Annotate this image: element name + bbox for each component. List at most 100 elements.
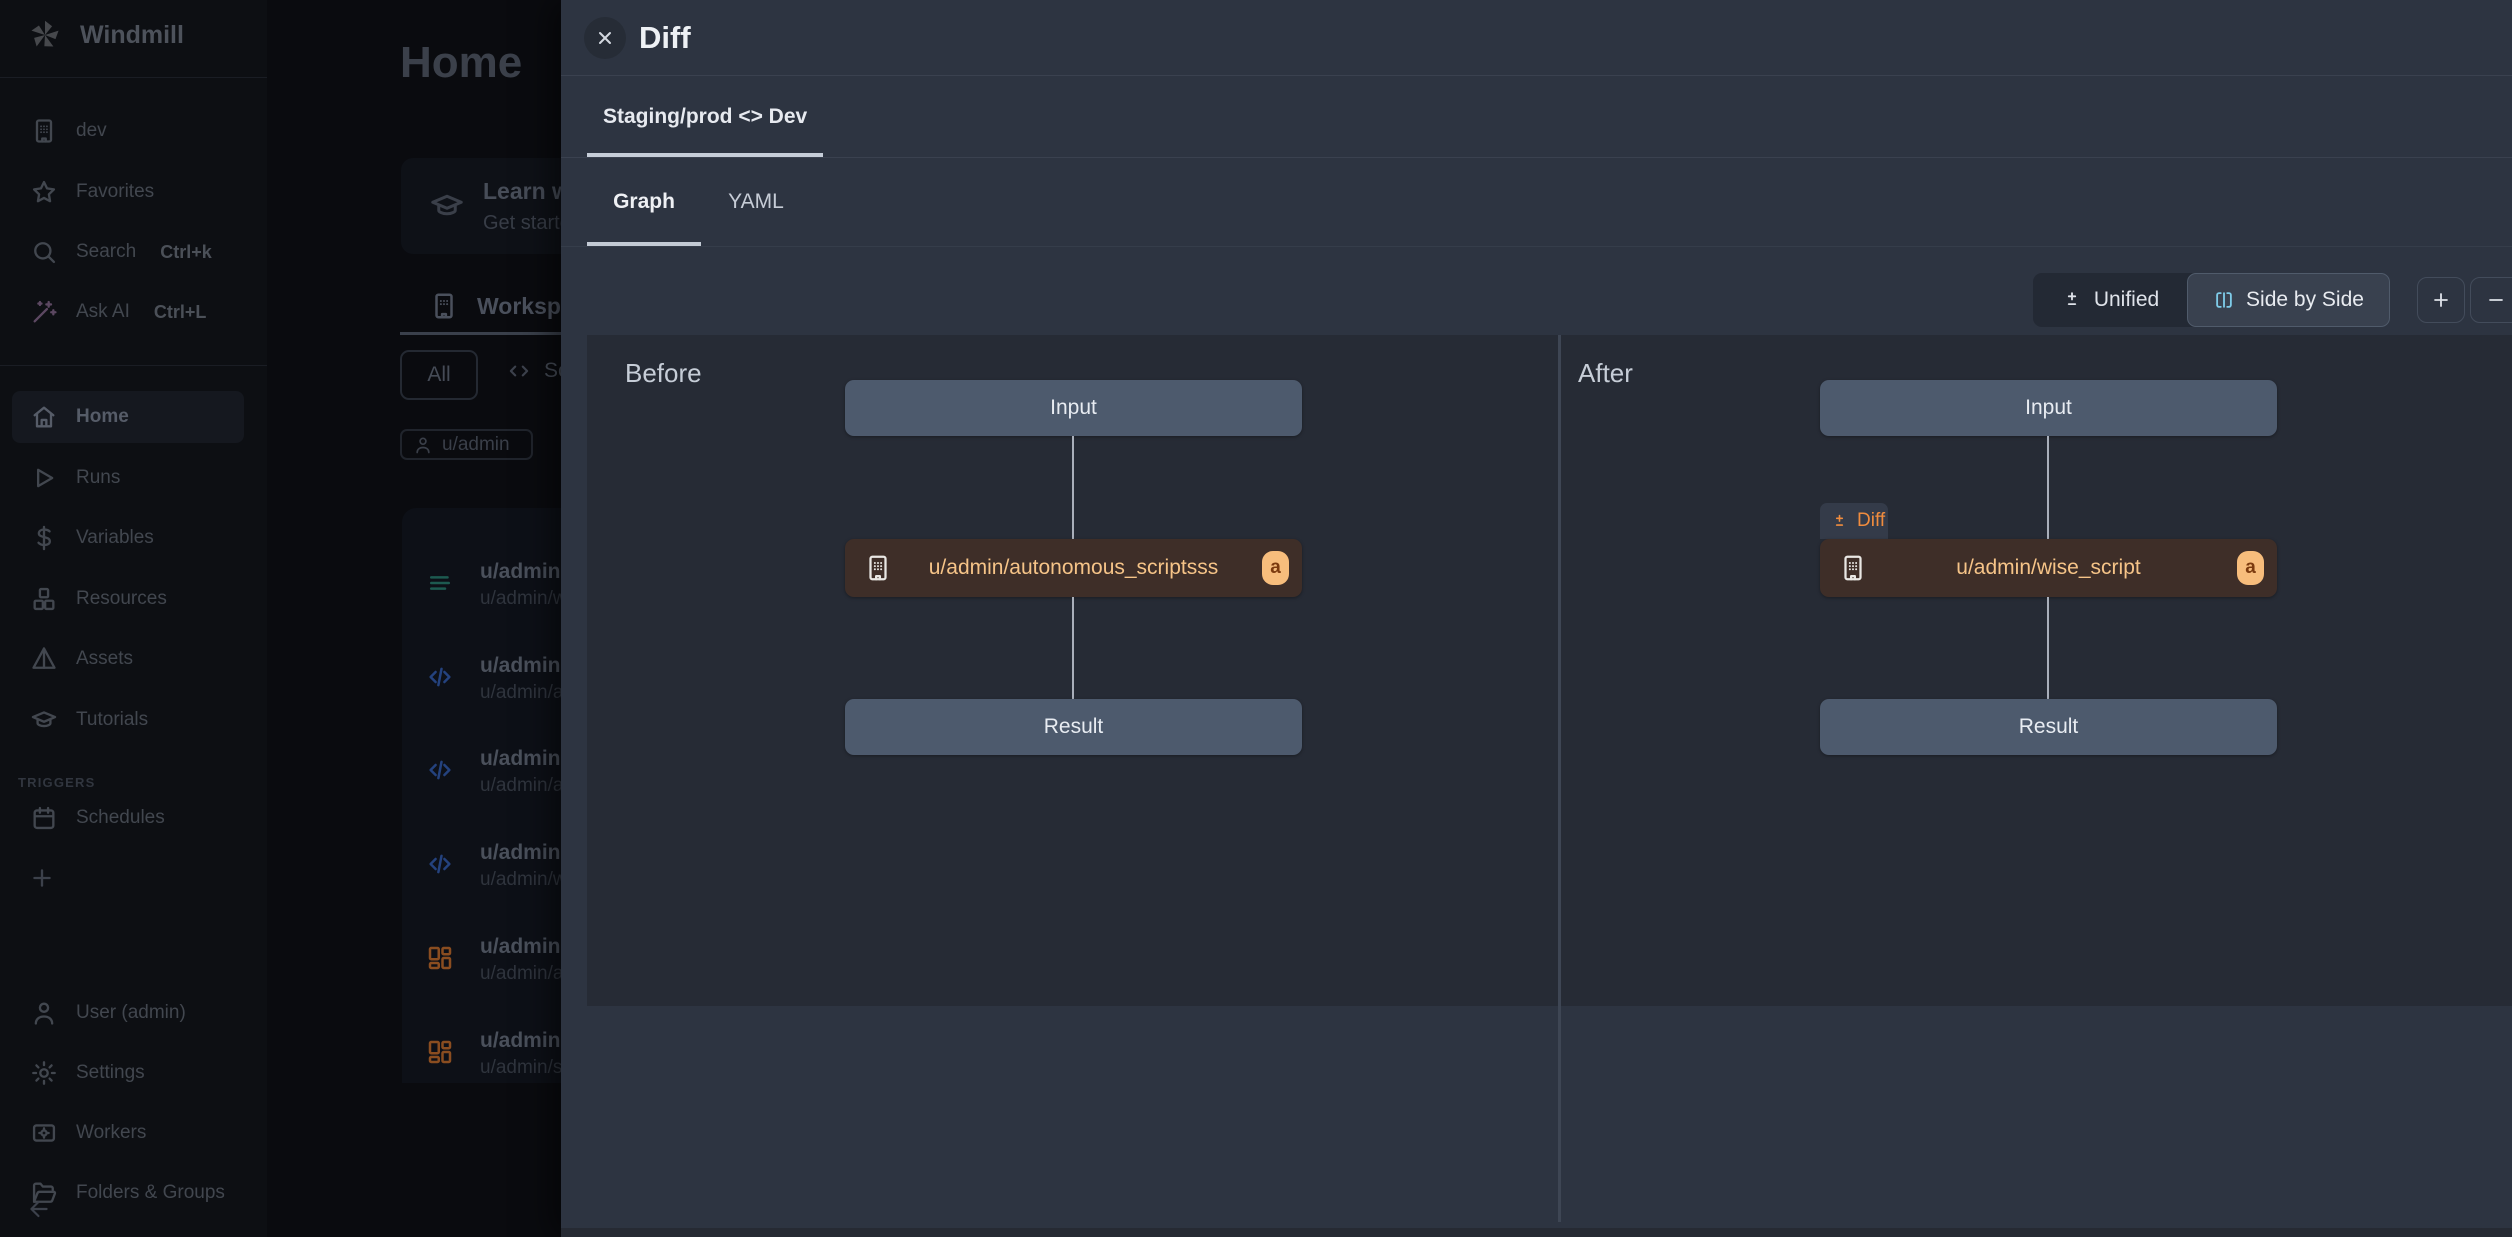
after-panel-label: After [1578,358,1633,389]
side-by-side-label: Side by Side [2246,288,2364,312]
zoom-in-button[interactable] [2417,277,2465,323]
filter-all-button[interactable]: All [400,350,478,400]
before-input-node[interactable]: Input [845,380,1302,436]
after-input-node[interactable]: Input [1820,380,2277,436]
list-item-path: u/admin/w [480,588,567,610]
language-badge: a [1262,551,1289,585]
sidebar-item-workspace[interactable]: dev [30,117,107,145]
panels-divider [1558,335,1561,1222]
code-icon [425,849,455,879]
boxes-icon [30,585,58,613]
code-icon [506,358,532,384]
graduation-cap-icon [429,188,465,224]
list-item-path: u/admin/a [480,682,563,704]
runs-label: Runs [76,467,120,489]
sidebar-item-resources[interactable]: Resources [30,585,167,613]
gear-icon [30,1059,58,1087]
columns-icon [2213,289,2235,311]
list-item-title: u/admin [480,841,561,865]
sidebar-item-assets[interactable]: Assets [30,645,133,673]
graph-tab-label: Graph [613,190,675,214]
search-label: Search [76,241,136,263]
windmill-logo[interactable]: Windmill [26,16,184,54]
collapse-sidebar-button[interactable] [26,1196,52,1222]
app-grid-icon [425,943,455,973]
close-drawer-button[interactable] [584,17,626,59]
app-grid-icon [425,1037,455,1067]
zoom-out-button[interactable] [2470,277,2512,323]
magic-wand-icon [30,298,58,326]
view-mode-tabbar: Graph YAML [561,158,2512,247]
sidebar-item-ask-ai[interactable]: Ask AI Ctrl+L [30,298,206,326]
favorites-label: Favorites [76,181,154,203]
tab-label: Staging/prod <> Dev [603,105,807,129]
folders-groups-label: Folders & Groups [76,1182,225,1204]
schedules-label: Schedules [76,807,165,829]
sidebar-item-user[interactable]: User (admin) [30,999,186,1027]
drawer-header: Diff [561,0,2512,76]
sidebar-item-settings[interactable]: Settings [30,1059,145,1087]
drawer-bottom-edge [561,1228,2512,1237]
list-item-path: u/admin/w [480,869,567,891]
calendar-icon [30,804,58,832]
resources-label: Resources [76,588,167,610]
sidebar: Windmill dev Favorites Search Ctrl+k Ask… [0,0,267,1237]
workers-icon [30,1119,58,1147]
unified-view-button[interactable]: Unified [2033,273,2187,327]
list-item-path: u/admin/s [480,1057,562,1079]
sidebar-item-schedules[interactable]: Schedules [30,804,165,832]
app-title: Windmill [80,21,184,50]
tab-yaml[interactable]: YAML [711,158,801,246]
diff-badge-label: Diff [1857,510,1885,532]
search-icon [30,238,58,266]
list-item-title: u/admin [480,1029,561,1053]
pyramid-icon [30,645,58,673]
filter-scripts-button[interactable]: Sc [506,358,569,384]
play-icon [30,464,58,492]
sidebar-item-home[interactable]: Home [12,391,244,443]
diff-change-badge[interactable]: Diff [1820,503,1888,539]
windmill-logo-icon [26,16,64,54]
minus-icon [2485,289,2507,311]
input-node-label: Input [1050,396,1097,420]
list-item-title: u/admin [480,654,561,678]
filter-all-label: All [427,363,450,387]
before-script-node[interactable]: u/admin/autonomous_scriptsss a [845,539,1302,597]
side-by-side-view-button[interactable]: Side by Side [2187,273,2390,327]
diff-icon [1830,512,1849,531]
diff-drawer: Diff Staging/prod <> Dev Graph YAML Unif… [561,0,2512,1237]
graduation-cap-icon [30,706,58,734]
sidebar-item-folders-groups[interactable]: Folders & Groups [30,1179,225,1207]
learn-card-subtitle: Get starte [483,212,571,235]
ask-ai-label: Ask AI [76,301,130,323]
language-badge: a [2237,551,2264,585]
sidebar-item-favorites[interactable]: Favorites [30,178,154,206]
owner-filter-chip[interactable]: u/admin [400,429,533,460]
result-node-label: Result [1044,715,1104,739]
active-tab-underline [587,153,823,157]
plus-icon [2430,289,2452,311]
before-panel-label: Before [625,358,702,389]
after-result-node[interactable]: Result [1820,699,2277,755]
home-icon [30,403,58,431]
sidebar-item-runs[interactable]: Runs [30,464,120,492]
sidebar-item-workers[interactable]: Workers [30,1119,146,1147]
active-tab-underline [587,242,701,246]
user-label: User (admin) [76,1002,186,1024]
user-icon [413,435,433,455]
before-result-node[interactable]: Result [845,699,1302,755]
sidebar-item-variables[interactable]: Variables [30,524,154,552]
settings-label: Settings [76,1062,145,1084]
add-trigger-button[interactable] [28,864,56,892]
sidebar-item-search[interactable]: Search Ctrl+k [30,238,212,266]
workspace-label: dev [76,120,107,142]
after-script-node[interactable]: u/admin/wise_script a [1820,539,2277,597]
drawer-title: Diff [639,20,691,56]
flow-icon [425,568,455,598]
tab-staging-prod-dev[interactable]: Staging/prod <> Dev [587,77,823,157]
sidebar-item-tutorials[interactable]: Tutorials [30,706,148,734]
script-node-path: u/admin/wise_script [1820,539,2277,597]
search-shortcut: Ctrl+k [160,242,212,263]
tab-graph[interactable]: Graph [587,158,701,246]
diff-target-tabbar: Staging/prod <> Dev [561,77,2512,158]
